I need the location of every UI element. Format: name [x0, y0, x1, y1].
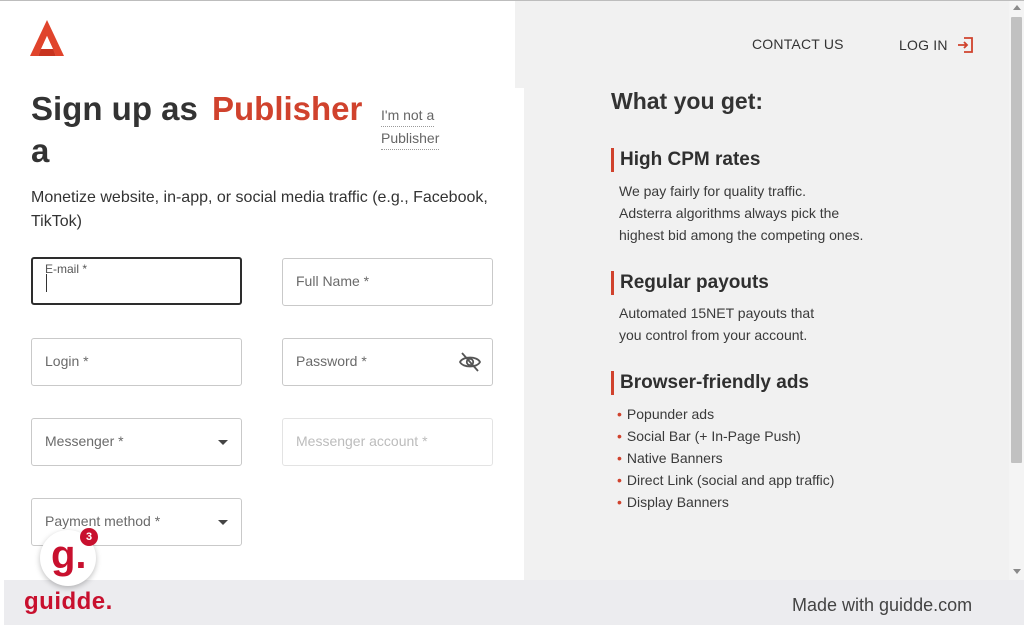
feature-line: We pay fairly for quality traffic. [619, 183, 806, 199]
password-label: Password * [296, 353, 367, 369]
feature-line: you control from your account. [619, 327, 808, 343]
login-field[interactable]: Login * [31, 338, 242, 386]
scroll-down-icon[interactable] [1013, 569, 1021, 574]
benefits-title: What you get: [611, 88, 764, 114]
payment-method-label: Payment method * [45, 513, 161, 529]
full-name-field[interactable]: Full Name * [282, 258, 493, 306]
email-label: E-mail * [45, 262, 88, 276]
feature-line: Automated 15NET payouts that [619, 305, 815, 321]
password-field[interactable]: Password * [282, 338, 493, 386]
notification-count-badge: 3 [80, 528, 98, 546]
feature-line: highest bid among the competing ones. [619, 227, 864, 243]
full-name-label: Full Name * [296, 273, 370, 289]
page-subtitle: Monetize website, in-app, or social medi… [31, 189, 488, 230]
feature-text-payouts: Automated 15NET payouts that you control… [619, 302, 814, 346]
list-item: Popunder ads [617, 403, 834, 425]
guidde-logo: guidde. [24, 588, 113, 615]
title-role: Publisher [212, 90, 363, 127]
feature-text-cpm: We pay fairly for quality traffic. Adste… [619, 180, 863, 246]
scroll-up-icon[interactable] [1013, 5, 1021, 10]
log-in-label: LOG IN [899, 37, 948, 53]
made-with-text: Made with guidde.com [792, 595, 973, 615]
list-item: Display Banners [617, 491, 834, 513]
scrollbar-thumb[interactable] [1011, 17, 1022, 463]
eye-off-icon[interactable] [458, 351, 482, 373]
chevron-down-icon [218, 440, 228, 445]
feature-heading-ads: Browser-friendly ads [611, 371, 809, 395]
page-title: Sign up as a [31, 88, 198, 169]
switch-role-link[interactable]: I'm not a Publisher [381, 104, 440, 150]
text-caret [46, 274, 47, 292]
feature-line: Adsterra algorithms always pick the [619, 205, 840, 221]
messenger-select[interactable]: Messenger * [31, 418, 242, 466]
page-scrollbar[interactable] [1009, 1, 1024, 580]
switch-role-line2: Publisher [381, 127, 440, 150]
panel-divider [515, 88, 524, 580]
list-item: Native Banners [617, 447, 834, 469]
log-in-link[interactable]: LOG IN [899, 36, 974, 54]
switch-role-line1: I'm not a [381, 104, 435, 127]
footer-edge [0, 580, 4, 625]
title-article: a [31, 132, 50, 169]
email-field[interactable]: E-mail * [31, 257, 242, 305]
messenger-label: Messenger * [45, 433, 124, 449]
contact-us-link[interactable]: CONTACT US [752, 36, 844, 52]
list-item: Social Bar (+ In-Page Push) [617, 425, 834, 447]
login-label: Login * [45, 353, 89, 369]
title-prefix: Sign up as [31, 90, 198, 127]
adsterra-logo-icon[interactable] [29, 19, 65, 57]
feature-heading-cpm: High CPM rates [611, 148, 760, 172]
messenger-account-label: Messenger account * [296, 433, 428, 449]
list-item: Direct Link (social and app traffic) [617, 469, 835, 491]
feature-heading-payouts: Regular payouts [611, 271, 769, 295]
messenger-account-field[interactable]: Messenger account * [282, 418, 493, 466]
log-in-icon [957, 37, 973, 53]
ad-formats-list: Popunder ads Social Bar (+ In-Page Push)… [617, 403, 835, 513]
chevron-down-icon [218, 520, 228, 525]
